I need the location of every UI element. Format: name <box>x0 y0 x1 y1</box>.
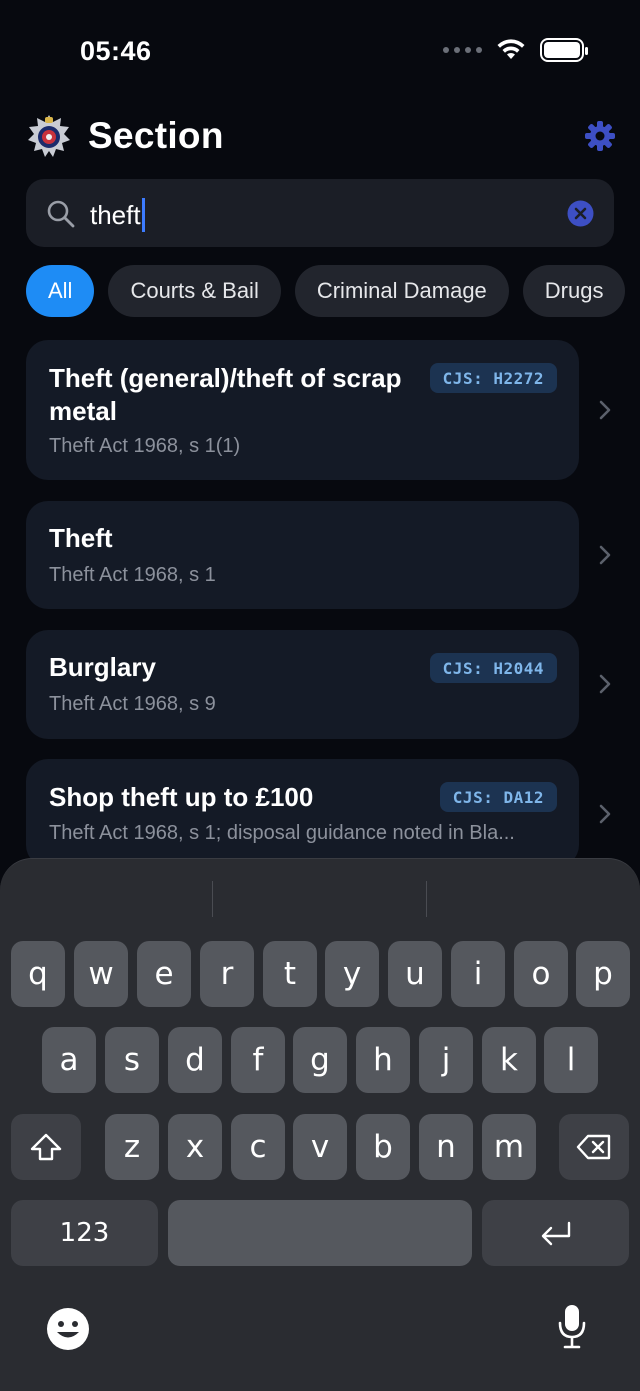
result-subtitle: Theft Act 1968, s 1; disposal guidance n… <box>49 822 515 844</box>
cjs-badge: CJS: DA12 <box>439 782 557 812</box>
wifi-icon <box>497 39 525 59</box>
key-m[interactable]: m <box>482 1114 536 1180</box>
key-h[interactable]: h <box>356 1027 410 1093</box>
numbers-key[interactable]: 123 <box>11 1200 158 1266</box>
chevron-right-icon <box>599 545 611 565</box>
chip-criminal-damage[interactable]: Criminal Damage <box>294 265 509 317</box>
result-title: Burglary <box>49 652 156 682</box>
key-c[interactable]: c <box>231 1114 285 1180</box>
key-v[interactable]: v <box>293 1114 347 1180</box>
key-w[interactable]: w <box>74 941 128 1007</box>
key-y[interactable]: y <box>325 941 379 1007</box>
chip-courts-bail[interactable]: Courts & Bail <box>108 265 281 317</box>
page-title: Section <box>88 115 224 156</box>
cjs-badge: CJS: H2044 <box>429 653 557 683</box>
result-title: Theft <box>49 523 113 553</box>
key-b[interactable]: b <box>356 1114 410 1180</box>
key-p[interactable]: p <box>576 941 630 1007</box>
key-z[interactable]: z <box>105 1114 159 1180</box>
result-card[interactable]: Shop theft up to £100 Theft Act 1968, s … <box>26 759 579 867</box>
emoji-icon[interactable] <box>46 1307 90 1351</box>
clear-icon[interactable] <box>567 200 594 227</box>
suggestion-divider <box>212 881 213 917</box>
return-key[interactable] <box>482 1200 629 1266</box>
key-e[interactable]: e <box>137 941 191 1007</box>
search-input[interactable]: theft <box>90 198 145 232</box>
text-caret <box>141 198 145 232</box>
result-subtitle: Theft Act 1968, s 1(1) <box>49 435 241 457</box>
delete-icon <box>576 1134 611 1160</box>
key-q[interactable]: q <box>11 941 65 1007</box>
result-card[interactable]: Theft Theft Act 1968, s 1 <box>26 501 579 609</box>
search-icon <box>47 200 75 228</box>
status-time: 05:46 <box>80 36 152 66</box>
key-u[interactable]: u <box>388 941 442 1007</box>
status-bar: 05:46 <box>0 0 640 100</box>
result-subtitle: Theft Act 1968, s 9 <box>49 693 216 715</box>
search-value: theft <box>90 199 141 230</box>
key-f[interactable]: f <box>231 1027 285 1093</box>
suggestion-divider <box>426 881 427 917</box>
return-icon <box>541 1221 570 1246</box>
chip-all[interactable]: All <box>26 265 95 317</box>
result-title: Theft (general)/theft of scrap metal <box>49 363 402 426</box>
chip-drugs[interactable]: Drugs <box>522 265 626 317</box>
status-icons <box>443 38 588 62</box>
space-key[interactable] <box>168 1200 472 1266</box>
result-subtitle: Theft Act 1968, s 1 <box>49 564 216 586</box>
police-crest-icon <box>28 115 70 157</box>
battery-icon <box>540 38 588 62</box>
key-s[interactable]: s <box>105 1027 159 1093</box>
key-r[interactable]: r <box>200 941 254 1007</box>
signal-icon <box>443 47 482 53</box>
result-title: Shop theft up to £100 <box>49 782 314 812</box>
key-j[interactable]: j <box>419 1027 473 1093</box>
filter-chips: All Courts & Bail Criminal Damage Drugs <box>26 265 626 317</box>
key-t[interactable]: t <box>263 941 317 1007</box>
chevron-right-icon <box>599 400 611 420</box>
cjs-badge: CJS: H2272 <box>429 363 557 393</box>
keyboard: q w e r t y u i o p a s d f g h j k l z … <box>0 858 640 1391</box>
key-l[interactable]: l <box>544 1027 598 1093</box>
result-card[interactable]: Burglary Theft Act 1968, s 9 CJS: H2044 <box>26 630 579 739</box>
key-a[interactable]: a <box>42 1027 96 1093</box>
gear-icon[interactable] <box>584 120 616 152</box>
delete-key[interactable] <box>559 1114 629 1180</box>
shift-key[interactable] <box>11 1114 81 1180</box>
search-field[interactable]: theft <box>26 179 614 247</box>
key-o[interactable]: o <box>514 941 568 1007</box>
key-k[interactable]: k <box>482 1027 536 1093</box>
key-i[interactable]: i <box>451 941 505 1007</box>
key-n[interactable]: n <box>419 1114 473 1180</box>
microphone-icon[interactable] <box>556 1303 588 1351</box>
header: Section <box>26 108 616 164</box>
chevron-right-icon <box>599 674 611 694</box>
result-card[interactable]: Theft (general)/theft of scrap metal The… <box>26 340 579 480</box>
shift-icon <box>30 1133 62 1161</box>
key-x[interactable]: x <box>168 1114 222 1180</box>
key-g[interactable]: g <box>293 1027 347 1093</box>
chevron-right-icon <box>599 804 611 824</box>
key-d[interactable]: d <box>168 1027 222 1093</box>
